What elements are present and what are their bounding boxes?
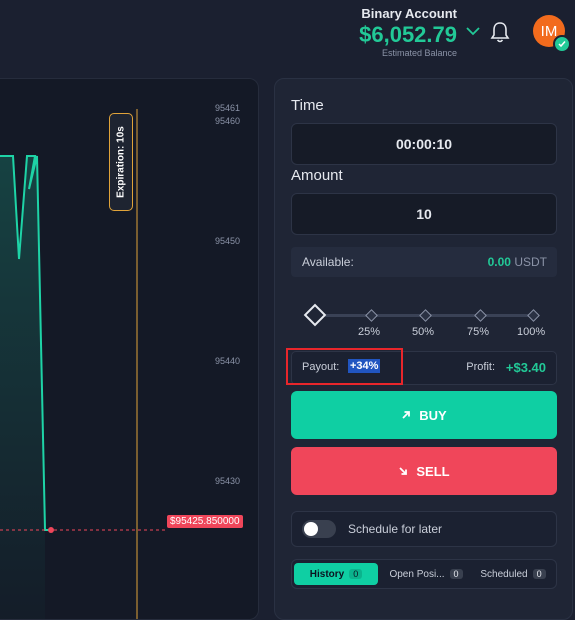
amount-input[interactable]: 10 [291,193,557,235]
account-summary[interactable]: Binary Account $6,052.79 Estimated Balan… [257,6,457,58]
slider-label-50: 50% [412,326,435,338]
sell-label: SELL [416,463,450,479]
payout-highlight-box [286,348,403,385]
available-value: 0.00 USDT [488,255,547,269]
tab-scheduled-count: 0 [532,569,546,579]
slider-label-25: 25% [358,326,381,338]
bell-icon[interactable] [489,20,511,44]
time-label: Time [291,97,324,114]
slider-stop-50[interactable] [419,309,432,322]
positions-tabs: History 0 Open Posi... 0 Scheduled 0 [291,559,557,589]
available-label: Available: [302,255,354,269]
schedule-toggle[interactable] [302,520,336,538]
schedule-label: Schedule for later [348,522,443,536]
expiration-marker: Expiration: 10s [109,113,133,211]
schedule-row: Schedule for later [291,511,557,547]
current-price-tag: $95425.850000 [167,515,243,528]
expiration-label: Expiration: 10s [115,126,127,198]
slider-stop-75[interactable] [474,309,487,322]
tab-history[interactable]: History 0 [294,563,378,585]
chevron-down-icon[interactable] [465,25,481,37]
available-amount: 0.00 [487,255,511,269]
verified-check-icon [553,35,571,53]
arrow-up-right-icon [402,411,411,419]
available-balance: Available: 0.00 USDT [291,247,557,277]
slider-label-75: 75% [467,326,490,338]
slider-handle[interactable] [303,303,327,327]
tab-history-label: History [309,568,345,580]
y-tick: 95440 [214,356,240,366]
y-tick: 95450 [214,236,240,246]
buy-label: BUY [419,407,447,423]
arrow-down-right-icon [399,467,408,475]
tab-open-count: 0 [449,569,463,579]
account-balance: $6,052.79 [359,22,457,47]
y-tick: 95430 [214,476,240,486]
time-input[interactable]: 00:00:10 [291,123,557,165]
y-tick: 95460 [214,116,240,126]
tab-scheduled[interactable]: Scheduled 0 [472,563,554,585]
tab-open-label: Open Posi... [389,568,445,580]
profit-label: Profit: [466,361,495,373]
account-type: Binary Account [361,6,457,21]
slider-label-100: 100% [517,326,546,338]
slider-stop-100[interactable] [527,309,540,322]
price-chart[interactable]: 95461 95460 95450 95440 95430 $95425.850… [0,78,259,620]
amount-label: Amount [291,167,343,184]
balance-caption: Estimated Balance [381,48,457,58]
tab-open-positions[interactable]: Open Posi... 0 [382,563,470,585]
current-price-dot [48,527,54,533]
buy-button[interactable]: BUY [291,391,557,439]
slider-stop-25[interactable] [365,309,378,322]
sell-button[interactable]: SELL [291,447,557,495]
tab-scheduled-label: Scheduled [480,568,528,580]
profit-value: +$3.40 [505,360,546,375]
y-tick: 95461 [214,103,240,113]
available-currency: USDT [514,255,547,269]
toggle-knob [304,522,318,536]
top-header: Binary Account $6,052.79 Estimated Balan… [0,0,575,66]
tab-history-count: 0 [349,569,363,579]
